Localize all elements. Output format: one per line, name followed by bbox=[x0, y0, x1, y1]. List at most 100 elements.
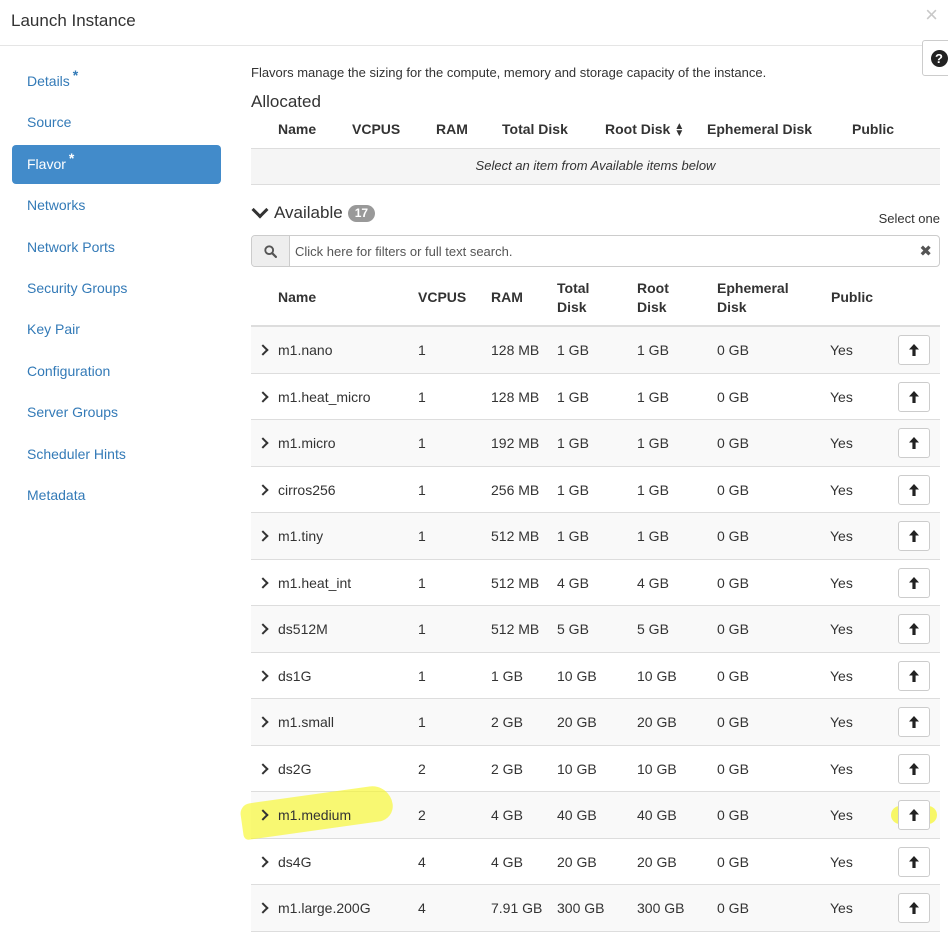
table-row: m1.medium 2 4 GB 40 GB 40 GB 0 GB Yes bbox=[239, 783, 940, 841]
arrow-up-icon bbox=[909, 483, 919, 496]
cell-total-disk: 1 GB bbox=[557, 435, 589, 451]
col-total-disk: Total Disk bbox=[502, 121, 568, 137]
expand-row-chevron-icon[interactable] bbox=[257, 855, 269, 868]
clear-search-icon[interactable]: ✖ bbox=[919, 242, 932, 260]
allocate-button[interactable] bbox=[898, 846, 930, 877]
expand-row-chevron-icon[interactable] bbox=[257, 530, 269, 542]
table-row: ds512M 1 512 MB 5 GB 5 GB 0 GB Yes bbox=[251, 606, 940, 653]
expand-row-chevron-icon[interactable] bbox=[257, 716, 269, 728]
cell-ram: 1 GB bbox=[491, 667, 523, 684]
allocate-button[interactable] bbox=[898, 335, 930, 365]
cell-name: cirros256 bbox=[278, 481, 336, 498]
arrow-up-icon bbox=[909, 437, 919, 449]
allocate-button[interactable] bbox=[898, 614, 930, 644]
allocate-button[interactable] bbox=[898, 800, 930, 830]
nav-item-label: Key Pair bbox=[27, 321, 80, 338]
select-one-hint: Select one bbox=[878, 211, 940, 226]
allocate-button[interactable] bbox=[898, 474, 930, 505]
cell-ram: 128 MB bbox=[491, 388, 540, 405]
cell-public: Yes bbox=[830, 435, 853, 451]
nav-item-label: Flavor bbox=[27, 155, 66, 172]
expand-row-chevron-icon[interactable] bbox=[257, 762, 269, 775]
table-row: m1.small 1 2 GB 20 GB 20 GB 0 GB Yes bbox=[251, 699, 940, 746]
cell-root-disk: 1 GB bbox=[637, 435, 669, 451]
nav-item-label: Details bbox=[27, 73, 70, 89]
allocate-button[interactable] bbox=[898, 521, 930, 551]
allocate-button[interactable] bbox=[898, 660, 930, 691]
allocate-button[interactable] bbox=[898, 753, 930, 784]
cell-root-disk: 20 GB bbox=[637, 853, 677, 870]
table-row: m1.heat_micro 1 128 MB 1 GB 1 GB 0 GB Yes bbox=[251, 374, 940, 420]
arrow-up-icon bbox=[909, 809, 919, 821]
col-root-disk[interactable]: Root Disk ▲ ▼ bbox=[605, 121, 684, 139]
cell-ram: 4 GB bbox=[491, 807, 523, 823]
cell-ram: 512 MB bbox=[491, 621, 540, 637]
nav-item-key-pair[interactable]: Key Pair bbox=[12, 310, 221, 349]
nav-item-security-groups[interactable]: Security Groups bbox=[12, 269, 221, 308]
col-ram: RAM bbox=[491, 289, 523, 305]
col-name: Name bbox=[278, 289, 317, 305]
cell-root-disk: 1 GB bbox=[637, 481, 669, 498]
col-public: Public bbox=[852, 121, 895, 137]
cell-root-disk: 1 GB bbox=[637, 528, 669, 544]
expand-row-chevron-icon[interactable] bbox=[257, 437, 269, 449]
nav-item-label: Scheduler Hints bbox=[27, 445, 126, 462]
expand-row-chevron-icon[interactable] bbox=[257, 669, 269, 682]
cell-ephemeral-disk: 0 GB bbox=[717, 667, 749, 684]
table-row: ds4G 4 4 GB 20 GB 20 GB 0 GB Yes bbox=[251, 839, 940, 885]
expand-row-chevron-icon[interactable] bbox=[257, 623, 269, 635]
cell-public: Yes bbox=[830, 528, 853, 544]
col-ephemeral-disk: Ephemeral Disk bbox=[717, 279, 789, 317]
expand-row-chevron-icon[interactable] bbox=[257, 390, 269, 403]
cell-public: Yes bbox=[830, 900, 853, 916]
cell-ephemeral-disk: 0 GB bbox=[717, 853, 749, 870]
nav-item-metadata[interactable]: Metadata bbox=[12, 476, 221, 515]
chevron-down-icon bbox=[251, 201, 269, 219]
nav-item-scheduler-hints[interactable]: Scheduler Hints bbox=[12, 435, 221, 474]
nav-item-source[interactable]: Source bbox=[12, 103, 221, 142]
nav-item-details[interactable]: Details * bbox=[12, 62, 221, 101]
cell-name: m1.tiny bbox=[278, 528, 324, 544]
table-row: ds2G 2 2 GB 10 GB 10 GB 0 GB Yes bbox=[251, 746, 940, 792]
arrow-up-icon bbox=[909, 623, 919, 635]
allocate-button[interactable] bbox=[898, 893, 930, 923]
nav-item-label: Network Ports bbox=[27, 238, 115, 255]
allocated-table-header: Name VCPUS RAM Total Disk Root Disk ▲ ▼ Ep… bbox=[251, 114, 940, 150]
cell-total-disk: 40 GB bbox=[557, 807, 597, 823]
col-root-disk: Root Disk bbox=[637, 279, 669, 317]
nav-item-networks[interactable]: Networks bbox=[12, 186, 221, 225]
allocate-button[interactable] bbox=[898, 381, 930, 412]
nav-item-flavor[interactable]: Flavor * bbox=[12, 144, 221, 184]
allocate-button[interactable] bbox=[898, 567, 930, 598]
expand-row-chevron-icon[interactable] bbox=[257, 344, 269, 356]
close-icon[interactable]: × bbox=[925, 4, 938, 26]
modal-title: Launch Instance bbox=[11, 11, 136, 30]
cell-total-disk: 1 GB bbox=[557, 481, 589, 498]
help-button[interactable]: ? bbox=[922, 40, 948, 76]
cell-ram: 512 MB bbox=[491, 528, 540, 544]
col-root-disk-line1: Root bbox=[637, 280, 669, 296]
nav-item-network-ports[interactable]: Network Ports bbox=[12, 228, 221, 267]
allocate-button[interactable] bbox=[898, 428, 930, 458]
col-ephemeral-disk-line2: Disk bbox=[717, 299, 747, 315]
cell-ram: 192 MB bbox=[491, 435, 540, 451]
cell-ephemeral-disk: 0 GB bbox=[717, 528, 749, 544]
col-ephemeral-disk-line1: Ephemeral bbox=[717, 280, 789, 296]
help-icon: ? bbox=[930, 49, 948, 67]
cell-name: m1.heat_micro bbox=[278, 388, 371, 405]
table-row: ds1G 1 1 GB 10 GB 10 GB 0 GB Yes bbox=[251, 653, 940, 699]
search-input[interactable] bbox=[290, 236, 910, 266]
allocate-button[interactable] bbox=[898, 707, 930, 737]
wizard-nav: Details * Source Flavor * Networks Network Por… bbox=[12, 62, 221, 517]
col-root-disk-line2: Disk bbox=[637, 299, 667, 315]
nav-item-configuration[interactable]: Configuration bbox=[12, 352, 221, 391]
cell-ram: 2 GB bbox=[491, 760, 523, 777]
cell-public: Yes bbox=[830, 342, 853, 358]
nav-item-server-groups[interactable]: Server Groups bbox=[12, 393, 221, 432]
expand-row-chevron-icon[interactable] bbox=[257, 483, 269, 496]
expand-row-chevron-icon[interactable] bbox=[257, 576, 269, 589]
arrow-up-icon bbox=[909, 669, 919, 682]
cell-ephemeral-disk: 0 GB bbox=[717, 342, 749, 358]
available-title[interactable]: Available 17 bbox=[251, 201, 376, 223]
col-vcpus: VCPUS bbox=[352, 121, 401, 137]
